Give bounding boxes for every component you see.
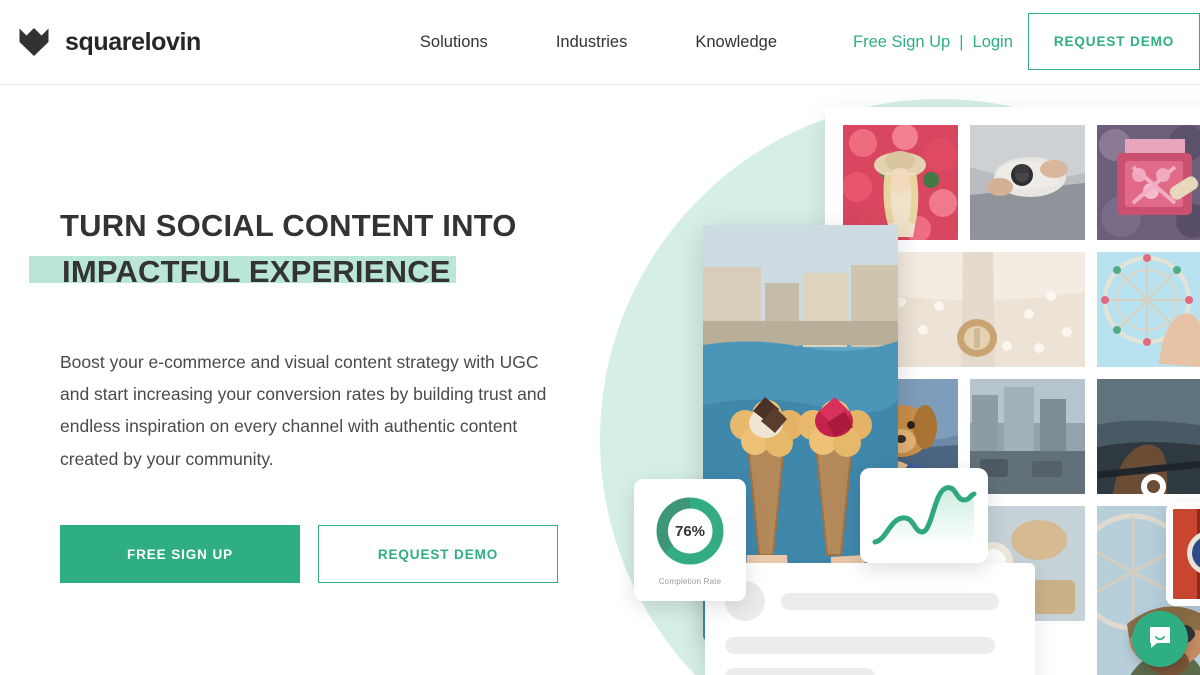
hero-content: TURN SOCIAL CONTENT INTO IMPACTFUL EXPER… xyxy=(29,205,600,584)
photo-pink-beaded-handbag[interactable] xyxy=(1097,125,1200,240)
free-signup-link[interactable]: Free Sign Up xyxy=(853,33,950,52)
line-chart-widget xyxy=(860,468,988,563)
nav-item-industries[interactable]: Industries xyxy=(522,33,662,52)
line-chart-icon xyxy=(870,476,978,555)
donut-caption: Completion Rate xyxy=(658,577,722,586)
hero-paragraph: Boost your e-commerce and visual content… xyxy=(60,351,547,469)
photo-woman-in-hat-with-flowers[interactable] xyxy=(843,125,958,240)
header-request-demo-button[interactable]: REQUEST DEMO xyxy=(1028,13,1200,70)
nav-item-knowledge[interactable]: Knowledge xyxy=(661,33,811,52)
page-title: TURN SOCIAL CONTENT INTO IMPACTFUL EXPER… xyxy=(29,205,600,296)
brand-logo[interactable]: squarelovin xyxy=(12,20,201,64)
circle-marker-icon xyxy=(1141,474,1166,499)
request-demo-button[interactable]: REQUEST DEMO xyxy=(318,525,558,584)
intercom-chat-icon xyxy=(1146,623,1174,656)
hero-visual: 76% Completion Rate xyxy=(560,85,1200,675)
main-navigation: Solutions Industries Knowledge xyxy=(386,33,811,52)
photo-ferris-wheel-with-hand[interactable] xyxy=(1097,252,1200,367)
skeleton-bar xyxy=(781,592,999,610)
skeleton-row-1 xyxy=(725,581,1015,621)
photo-blue-dial-wristwatch xyxy=(1173,509,1200,599)
site-header: squarelovin Solutions Industries Knowled… xyxy=(0,0,1200,85)
headline-line-1: TURN SOCIAL CONTENT INTO xyxy=(60,208,517,243)
photo-hands-with-wristwatch[interactable] xyxy=(970,125,1085,240)
nav-item-solutions[interactable]: Solutions xyxy=(386,33,522,52)
skeleton-bar xyxy=(725,668,875,675)
completion-rate-widget: 76% Completion Rate xyxy=(634,479,746,601)
heart-diamond-icon xyxy=(12,20,56,64)
brand-name: squarelovin xyxy=(65,27,201,56)
hero-cta-row: FREE SIGN UP REQUEST DEMO xyxy=(60,525,600,584)
donut-value: 76% xyxy=(674,522,706,540)
auth-links: Free Sign Up | Login xyxy=(853,33,1013,52)
auth-separator: | xyxy=(959,32,964,51)
headline-line-2: IMPACTFUL EXPERIENCE xyxy=(29,250,456,296)
free-signup-button[interactable]: FREE SIGN UP xyxy=(60,525,300,584)
intercom-chat-button[interactable] xyxy=(1132,611,1188,667)
watch-preview-card[interactable] xyxy=(1166,502,1200,606)
login-link[interactable]: Login xyxy=(973,33,1013,52)
donut-chart: 76% xyxy=(653,494,727,568)
skeleton-bar xyxy=(725,637,995,654)
loading-placeholder-card xyxy=(705,563,1035,675)
